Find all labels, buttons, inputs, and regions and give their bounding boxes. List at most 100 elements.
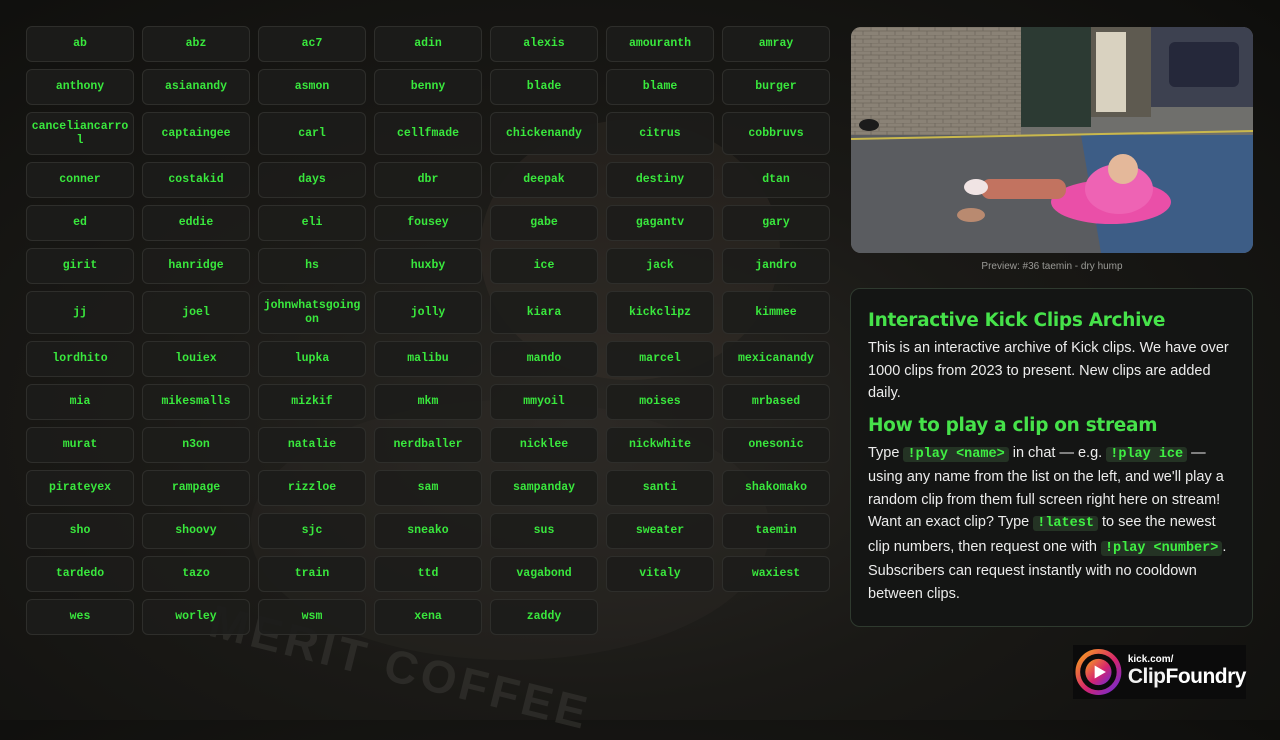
clip-name-wes[interactable]: wes	[26, 599, 134, 635]
clip-name-pirateyex[interactable]: pirateyex	[26, 470, 134, 506]
clip-name-hanridge[interactable]: hanridge	[142, 248, 250, 284]
clip-name-jack[interactable]: jack	[606, 248, 714, 284]
clip-name-ab[interactable]: ab	[26, 26, 134, 62]
clip-name-gagantv[interactable]: gagantv	[606, 205, 714, 241]
clip-name-onesonic[interactable]: onesonic	[722, 427, 830, 463]
clip-name-burger[interactable]: burger	[722, 69, 830, 105]
clip-name-mia[interactable]: mia	[26, 384, 134, 420]
clip-name-jandro[interactable]: jandro	[722, 248, 830, 284]
clip-name-zaddy[interactable]: zaddy	[490, 599, 598, 635]
clip-name-eli[interactable]: eli	[258, 205, 366, 241]
clip-name-citrus[interactable]: citrus	[606, 112, 714, 155]
clip-name-sweater[interactable]: sweater	[606, 513, 714, 549]
clip-name-sus[interactable]: sus	[490, 513, 598, 549]
preview-caption: Preview: #36 taemin - dry hump	[981, 261, 1123, 272]
clip-name-mmyoil[interactable]: mmyoil	[490, 384, 598, 420]
clip-name-tazo[interactable]: tazo	[142, 556, 250, 592]
clip-name-jj[interactable]: jj	[26, 291, 134, 334]
clip-name-eddie[interactable]: eddie	[142, 205, 250, 241]
clip-name-hs[interactable]: hs	[258, 248, 366, 284]
clip-name-adin[interactable]: adin	[374, 26, 482, 62]
clip-name-cobbruvs[interactable]: cobbruvs	[722, 112, 830, 155]
clip-name-murat[interactable]: murat	[26, 427, 134, 463]
clip-name-nicklee[interactable]: nicklee	[490, 427, 598, 463]
clip-name-xena[interactable]: xena	[374, 599, 482, 635]
clip-name-waxiest[interactable]: waxiest	[722, 556, 830, 592]
clip-name-sho[interactable]: sho	[26, 513, 134, 549]
clip-name-kiara[interactable]: kiara	[490, 291, 598, 334]
clip-name-cellfmade[interactable]: cellfmade	[374, 112, 482, 155]
clip-name-amray[interactable]: amray	[722, 26, 830, 62]
clip-name-destiny[interactable]: destiny	[606, 162, 714, 198]
clip-name-rampage[interactable]: rampage	[142, 470, 250, 506]
clip-name-n3on[interactable]: n3on	[142, 427, 250, 463]
clip-name-canceliancarrol[interactable]: canceliancarrol	[26, 112, 134, 155]
clip-name-fousey[interactable]: fousey	[374, 205, 482, 241]
clip-name-sampanday[interactable]: sampanday	[490, 470, 598, 506]
clip-name-taemin[interactable]: taemin	[722, 513, 830, 549]
clip-name-nickwhite[interactable]: nickwhite	[606, 427, 714, 463]
info-panel: Interactive Kick Clips Archive This is a…	[850, 288, 1253, 627]
clip-name-rizzloe[interactable]: rizzloe	[258, 470, 366, 506]
clip-name-mexicanandy[interactable]: mexicanandy	[722, 341, 830, 377]
clip-name-vagabond[interactable]: vagabond	[490, 556, 598, 592]
clip-name-captaingee[interactable]: captaingee	[142, 112, 250, 155]
clip-name-dbr[interactable]: dbr	[374, 162, 482, 198]
clip-name-gary[interactable]: gary	[722, 205, 830, 241]
clip-name-worley[interactable]: worley	[142, 599, 250, 635]
clip-name-ttd[interactable]: ttd	[374, 556, 482, 592]
clip-name-ice[interactable]: ice	[490, 248, 598, 284]
clip-name-asianandy[interactable]: asianandy	[142, 69, 250, 105]
clip-name-costakid[interactable]: costakid	[142, 162, 250, 198]
clip-name-days[interactable]: days	[258, 162, 366, 198]
clip-name-ed[interactable]: ed	[26, 205, 134, 241]
clip-name-chickenandy[interactable]: chickenandy	[490, 112, 598, 155]
clip-name-tardedo[interactable]: tardedo	[26, 556, 134, 592]
clip-name-mikesmalls[interactable]: mikesmalls	[142, 384, 250, 420]
clip-name-kimmee[interactable]: kimmee	[722, 291, 830, 334]
clip-name-johnwhatsgoingon[interactable]: johnwhatsgoingon	[258, 291, 366, 334]
clip-name-joel[interactable]: joel	[142, 291, 250, 334]
clip-name-lupka[interactable]: lupka	[258, 341, 366, 377]
clip-name-dtan[interactable]: dtan	[722, 162, 830, 198]
clip-name-shoovy[interactable]: shoovy	[142, 513, 250, 549]
clip-name-benny[interactable]: benny	[374, 69, 482, 105]
clip-name-mkm[interactable]: mkm	[374, 384, 482, 420]
clip-name-sneako[interactable]: sneako	[374, 513, 482, 549]
clip-name-asmon[interactable]: asmon	[258, 69, 366, 105]
howto-text-1: Type	[868, 444, 904, 461]
clip-name-anthony[interactable]: anthony	[26, 69, 134, 105]
clip-name-train[interactable]: train	[258, 556, 366, 592]
clip-name-alexis[interactable]: alexis	[490, 26, 598, 62]
clip-name-lordhito[interactable]: lordhito	[26, 341, 134, 377]
clip-name-sjc[interactable]: sjc	[258, 513, 366, 549]
clip-name-deepak[interactable]: deepak	[490, 162, 598, 198]
clip-name-girit[interactable]: girit	[26, 248, 134, 284]
archive-title: Interactive Kick Clips Archive	[868, 310, 1166, 331]
clip-name-jolly[interactable]: jolly	[374, 291, 482, 334]
clip-name-blade[interactable]: blade	[490, 69, 598, 105]
clip-name-conner[interactable]: conner	[26, 162, 134, 198]
clip-name-carl[interactable]: carl	[258, 112, 366, 155]
clip-name-mizkif[interactable]: mizkif	[258, 384, 366, 420]
clip-name-gabe[interactable]: gabe	[490, 205, 598, 241]
clip-name-louiex[interactable]: louiex	[142, 341, 250, 377]
clip-name-malibu[interactable]: malibu	[374, 341, 482, 377]
clip-name-wsm[interactable]: wsm	[258, 599, 366, 635]
clip-name-shakomako[interactable]: shakomako	[722, 470, 830, 506]
clip-name-natalie[interactable]: natalie	[258, 427, 366, 463]
clip-name-santi[interactable]: santi	[606, 470, 714, 506]
clip-name-amouranth[interactable]: amouranth	[606, 26, 714, 62]
clip-name-ac7[interactable]: ac7	[258, 26, 366, 62]
clip-name-moises[interactable]: moises	[606, 384, 714, 420]
clip-name-nerdballer[interactable]: nerdballer	[374, 427, 482, 463]
clip-name-sam[interactable]: sam	[374, 470, 482, 506]
clip-name-blame[interactable]: blame	[606, 69, 714, 105]
clip-name-vitaly[interactable]: vitaly	[606, 556, 714, 592]
clip-name-mando[interactable]: mando	[490, 341, 598, 377]
clip-name-abz[interactable]: abz	[142, 26, 250, 62]
clip-name-mrbased[interactable]: mrbased	[722, 384, 830, 420]
clip-name-marcel[interactable]: marcel	[606, 341, 714, 377]
clip-name-kickclipz[interactable]: kickclipz	[606, 291, 714, 334]
clip-name-huxby[interactable]: huxby	[374, 248, 482, 284]
